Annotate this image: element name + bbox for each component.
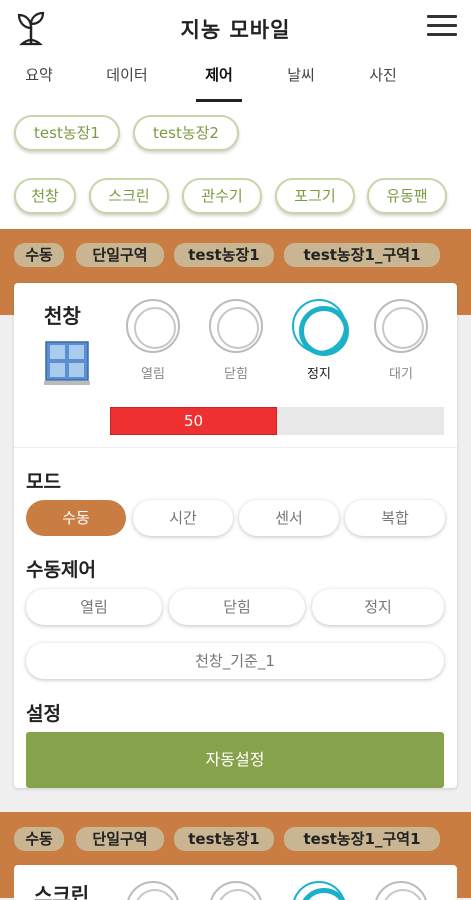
- zone-tag: test농장1_구역1: [284, 243, 440, 267]
- filter-chips: test농장1 test농장2 천창 스크린 관수기 포그기 유동팬: [0, 102, 471, 229]
- skylight-control-card: 천창 열림 닫힘 정지 대기 50 모드 수동 시간 센서 복합 수동제어 열림…: [14, 283, 457, 788]
- panel2-state-close-button[interactable]: [209, 881, 263, 900]
- mode-time-button[interactable]: 시간: [133, 500, 233, 536]
- mode-section-label: 모드: [26, 471, 61, 493]
- tab-control[interactable]: 제어: [196, 64, 242, 102]
- state-open-button[interactable]: [126, 299, 180, 353]
- manual-stop-button[interactable]: 정지: [312, 589, 444, 625]
- farm-chip-2[interactable]: test농장2: [133, 115, 239, 151]
- divider: [14, 447, 457, 448]
- panel2-farm-tag: test농장1: [174, 827, 274, 851]
- state-stop-label: 정지: [307, 367, 331, 382]
- mode-combined-button[interactable]: 복합: [345, 500, 445, 536]
- hamburger-menu-icon[interactable]: [427, 15, 457, 39]
- app-header: 지농 모바일: [0, 0, 471, 56]
- panel2-mode-tag: 수동: [14, 827, 64, 851]
- nav-tabs: 요약 데이터 제어 날씨 사진: [0, 56, 471, 102]
- opening-progress-bar: 50: [110, 407, 444, 435]
- screen-control-card: 스크린: [14, 865, 457, 900]
- manual-close-button[interactable]: 닫힘: [169, 589, 305, 625]
- mode-sensor-button[interactable]: 센서: [239, 500, 339, 536]
- panel2-state-standby-button[interactable]: [374, 881, 428, 900]
- state-standby-label: 대기: [389, 367, 413, 382]
- panel2-state-open-button[interactable]: [126, 881, 180, 900]
- panel2-state-stop-button[interactable]: [292, 881, 349, 900]
- mode-manual-button[interactable]: 수동: [26, 500, 126, 536]
- mode-tag: 수동: [14, 243, 64, 267]
- panel2-zone-tag: test농장1_구역1: [284, 827, 440, 851]
- farm-tag: test농장1: [174, 243, 274, 267]
- manual-control-label: 수동제어: [26, 559, 96, 581]
- state-close-label: 닫힘: [224, 367, 248, 382]
- panel2-device-title: 스크린: [34, 883, 90, 900]
- device-chip-fogger[interactable]: 포그기: [275, 178, 355, 214]
- auto-settings-button[interactable]: 자동설정: [26, 732, 444, 788]
- device-chip-irrigator[interactable]: 관수기: [182, 178, 262, 214]
- farm-chip-1[interactable]: test농장1: [14, 115, 120, 151]
- progress-value: 50: [183, 412, 204, 430]
- window-icon: [44, 341, 90, 385]
- settings-section-label: 설정: [26, 703, 61, 725]
- tab-photo[interactable]: 사진: [362, 64, 404, 102]
- manual-open-button[interactable]: 열림: [26, 589, 162, 625]
- device-title: 천창: [44, 304, 81, 328]
- tab-summary[interactable]: 요약: [18, 64, 60, 102]
- device-chip-screen[interactable]: 스크린: [89, 178, 169, 214]
- tab-weather[interactable]: 날씨: [280, 64, 322, 102]
- zone-type-tag: 단일구역: [76, 243, 164, 267]
- state-standby-button[interactable]: [374, 299, 428, 353]
- tab-data[interactable]: 데이터: [96, 64, 158, 102]
- state-close-button[interactable]: [209, 299, 263, 353]
- panel2-zone-type-tag: 단일구역: [76, 827, 164, 851]
- state-stop-button[interactable]: [292, 299, 349, 356]
- reference-select[interactable]: 천창_기준_1: [26, 643, 444, 679]
- app-title: 지농 모바일: [180, 18, 291, 42]
- device-chip-skylight[interactable]: 천창: [14, 178, 76, 214]
- device-chip-fan[interactable]: 유동팬: [367, 178, 447, 214]
- state-open-label: 열림: [141, 367, 165, 382]
